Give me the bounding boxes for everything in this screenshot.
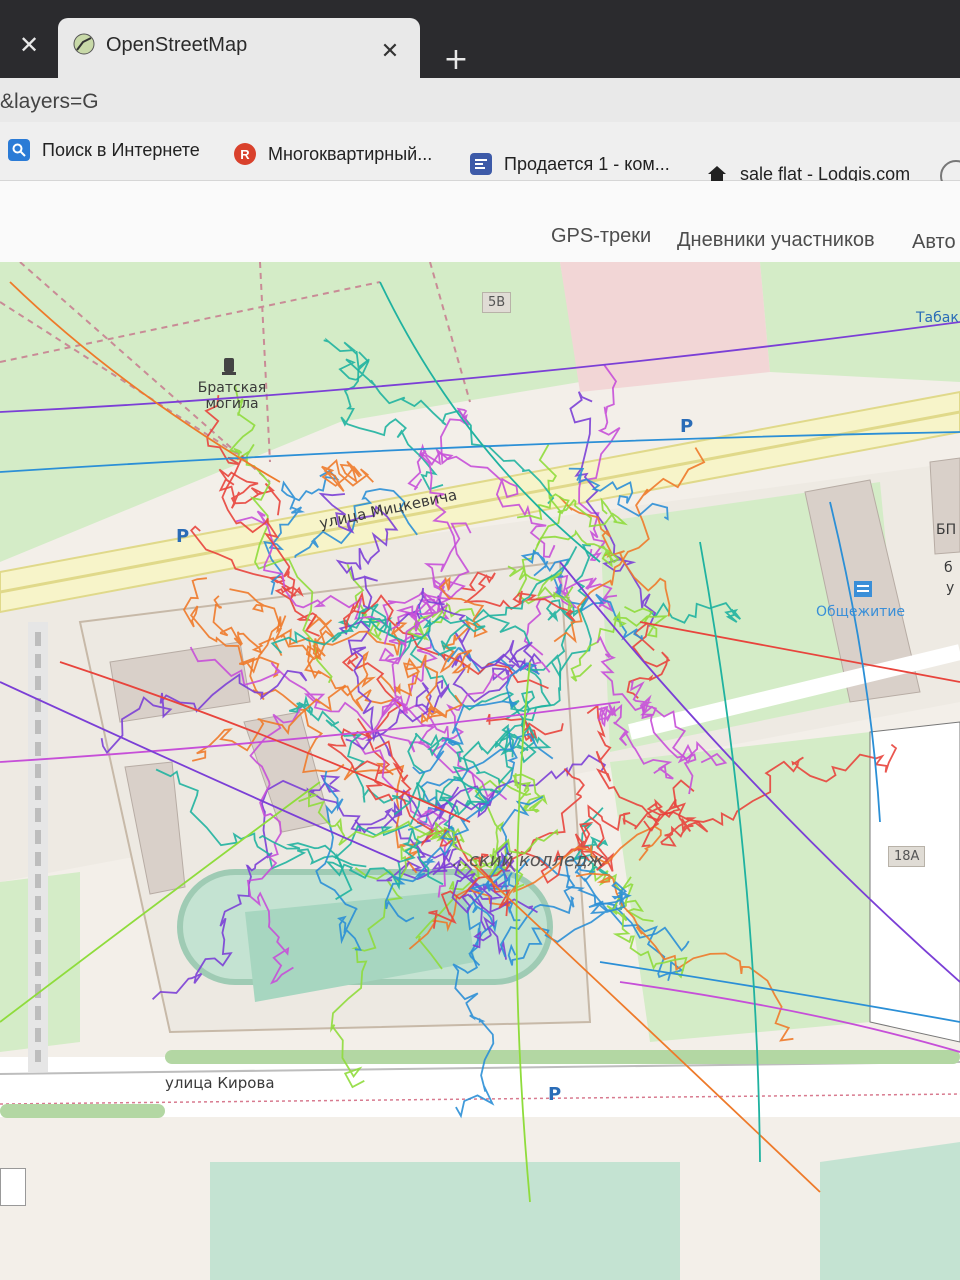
tab-strip: ✕ OpenStreetMap ✕ + (0, 0, 960, 78)
parking-icon: P (548, 1084, 562, 1105)
label-dormitory: Общежитие (816, 604, 906, 620)
osm-logo-icon (73, 33, 95, 55)
nav-user-diaries[interactable]: Дневники участников (677, 229, 875, 252)
bookmark-label: Многоквартирный... (268, 143, 433, 164)
bookmark-search[interactable]: Поиск в Интернете (8, 136, 200, 164)
close-tab-icon[interactable]: ✕ (378, 40, 402, 64)
site-header: GPS-треки Дневники участников Авто (0, 181, 960, 267)
label-right-edge-3: у (946, 580, 955, 596)
nav-copyright[interactable]: Авто (912, 231, 956, 254)
search-icon (8, 139, 30, 161)
address-bar[interactable]: &layers=G (0, 84, 960, 120)
label-memorial: Братская могила (197, 380, 267, 412)
map-tiles (0, 262, 960, 1280)
nav-gps-traces[interactable]: GPS-треки (551, 225, 651, 248)
parking-icon: P (176, 526, 190, 547)
bookmark-label: Поиск в Интернете (42, 139, 200, 160)
label-right-edge-1: БП (936, 522, 957, 538)
bookmark-sale-listing[interactable]: Продается 1 - ком... (470, 150, 670, 178)
r-letter-icon: R (234, 143, 256, 165)
bookmarks-bar: Поиск в Интернете R Многоквартирный... П… (0, 122, 960, 184)
label-shop: Табак (916, 310, 959, 326)
tab-openstreetmap[interactable]: OpenStreetMap ✕ (58, 18, 420, 78)
memorial-icon (222, 358, 236, 375)
tab-title: OpenStreetMap (106, 34, 248, 56)
map-scale-icon[interactable] (0, 1168, 26, 1206)
label-street-kirova: улица Кирова (165, 1074, 275, 1092)
house-number-18a: 18А (888, 846, 926, 867)
dormitory-icon (854, 581, 872, 597)
label-right-edge-2: б (944, 560, 953, 576)
label-college: ...ский колледж (452, 850, 604, 871)
close-icon[interactable]: ✕ (14, 30, 44, 60)
parking-icon: P (680, 416, 694, 437)
map-canvas[interactable]: Братская могила улица Мицкевича Общежити… (0, 262, 960, 1280)
new-tab-button[interactable]: + (436, 40, 476, 80)
gps-track (321, 458, 374, 492)
listing-icon (470, 153, 492, 175)
house-number-5v: 5В (482, 292, 512, 313)
bookmark-apartment[interactable]: R Многоквартирный... (234, 140, 432, 168)
bookmark-label: Продается 1 - ком... (504, 153, 670, 174)
